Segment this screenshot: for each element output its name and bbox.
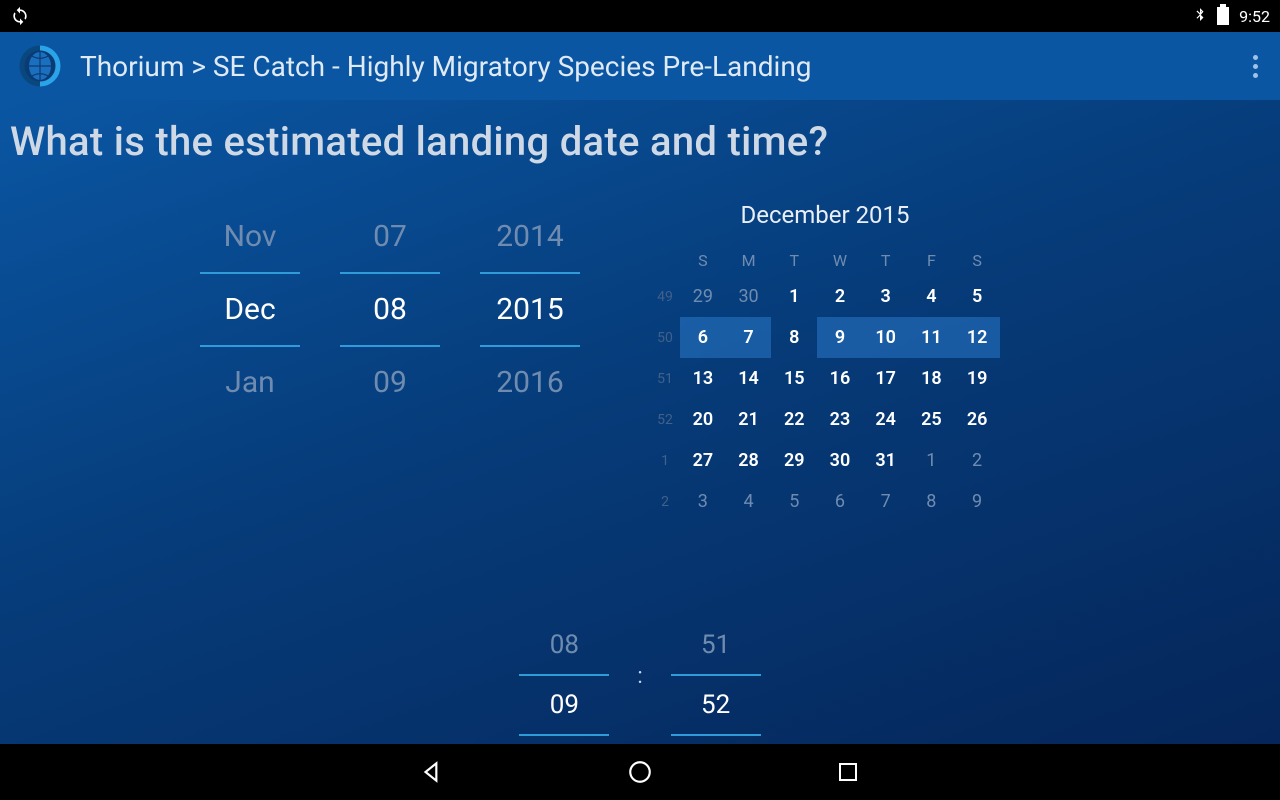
year-next[interactable]: 2016	[480, 347, 580, 418]
month-next[interactable]: Jan	[200, 347, 300, 418]
calendar-day[interactable]: 13	[680, 358, 726, 399]
minute-spinner[interactable]: 51 52	[671, 616, 761, 736]
calendar-day[interactable]: 5	[771, 481, 817, 522]
page-title: What is the estimated landing date and t…	[10, 118, 1270, 165]
calendar-day[interactable]: 29	[771, 440, 817, 481]
calendar-day[interactable]: 3	[680, 481, 726, 522]
day-next[interactable]: 09	[340, 347, 440, 418]
calendar-day[interactable]: 15	[771, 358, 817, 399]
calendar-day[interactable]: 20	[680, 399, 726, 440]
month-spinner[interactable]: Nov Dec Jan	[200, 201, 300, 522]
calendar-week-number: 51	[650, 358, 680, 399]
main-content: What is the estimated landing date and t…	[0, 100, 1280, 744]
action-bar-title: Thorium > SE Catch - Highly Migratory Sp…	[80, 50, 812, 83]
calendar-day[interactable]: 10	[863, 317, 909, 358]
calendar-dow: S	[954, 245, 1000, 276]
calendar-day[interactable]: 1	[909, 440, 955, 481]
app-action-bar: Thorium > SE Catch - Highly Migratory Sp…	[0, 32, 1280, 100]
month-prev[interactable]: Nov	[200, 201, 300, 272]
calendar-week-number: 2	[650, 481, 680, 522]
sync-icon	[10, 6, 30, 26]
app-logo-icon	[14, 40, 66, 92]
hour-prev[interactable]: 08	[519, 616, 609, 674]
year-spinner[interactable]: 2014 2015 2016	[480, 201, 580, 522]
hour-current[interactable]: 09	[519, 674, 609, 736]
year-prev[interactable]: 2014	[480, 201, 580, 272]
calendar[interactable]: December 2015 SMTWTFS 492930123455067891…	[650, 201, 1000, 522]
calendar-day[interactable]: 14	[726, 358, 772, 399]
calendar-day[interactable]: 25	[909, 399, 955, 440]
calendar-day[interactable]: 17	[863, 358, 909, 399]
calendar-dow: S	[680, 245, 726, 276]
status-clock: 9:52	[1239, 7, 1270, 26]
minute-current[interactable]: 52	[671, 674, 761, 736]
bluetooth-icon	[1193, 5, 1207, 27]
calendar-week-number: 49	[650, 276, 680, 317]
hour-spinner[interactable]: 08 09	[519, 616, 609, 736]
calendar-day[interactable]: 31	[863, 440, 909, 481]
calendar-day[interactable]: 18	[909, 358, 955, 399]
battery-icon	[1217, 7, 1229, 25]
calendar-day[interactable]: 26	[954, 399, 1000, 440]
calendar-dow: M	[726, 245, 772, 276]
calendar-grid[interactable]: SMTWTFS 49293012345506789101112511314151…	[650, 245, 1000, 522]
calendar-week-number: 50	[650, 317, 680, 358]
calendar-day[interactable]: 9	[954, 481, 1000, 522]
calendar-day[interactable]: 30	[817, 440, 863, 481]
calendar-day[interactable]: 16	[817, 358, 863, 399]
calendar-day[interactable]: 4	[726, 481, 772, 522]
time-separator: :	[637, 664, 642, 689]
calendar-day[interactable]: 5	[954, 276, 1000, 317]
calendar-day[interactable]: 1	[771, 276, 817, 317]
calendar-day[interactable]: 7	[726, 317, 772, 358]
calendar-day[interactable]: 12	[954, 317, 1000, 358]
month-current[interactable]: Dec	[200, 272, 300, 347]
calendar-day[interactable]: 6	[817, 481, 863, 522]
calendar-day[interactable]: 8	[771, 317, 817, 358]
day-spinner[interactable]: 07 08 09	[340, 201, 440, 522]
calendar-week-number: 1	[650, 440, 680, 481]
android-nav-bar	[0, 744, 1280, 800]
overflow-menu-button[interactable]	[1245, 47, 1266, 86]
calendar-day[interactable]: 28	[726, 440, 772, 481]
calendar-day[interactable]: 9	[817, 317, 863, 358]
day-current[interactable]: 08	[340, 272, 440, 347]
back-button[interactable]	[418, 758, 446, 786]
calendar-day[interactable]: 4	[909, 276, 955, 317]
calendar-day[interactable]: 6	[680, 317, 726, 358]
calendar-day[interactable]: 7	[863, 481, 909, 522]
calendar-title: December 2015	[650, 201, 1000, 229]
calendar-day[interactable]: 2	[954, 440, 1000, 481]
calendar-day[interactable]: 3	[863, 276, 909, 317]
calendar-dow: T	[771, 245, 817, 276]
day-prev[interactable]: 07	[340, 201, 440, 272]
recent-apps-button[interactable]	[834, 758, 862, 786]
calendar-day[interactable]: 8	[909, 481, 955, 522]
calendar-day[interactable]: 22	[771, 399, 817, 440]
calendar-day[interactable]: 2	[817, 276, 863, 317]
calendar-day[interactable]: 24	[863, 399, 909, 440]
calendar-day[interactable]: 11	[909, 317, 955, 358]
calendar-day[interactable]: 27	[680, 440, 726, 481]
calendar-day[interactable]: 30	[726, 276, 772, 317]
calendar-week-number: 52	[650, 399, 680, 440]
calendar-day[interactable]: 23	[817, 399, 863, 440]
calendar-dow: T	[863, 245, 909, 276]
android-status-bar: 9:52	[0, 0, 1280, 32]
time-spinner[interactable]: 08 09 : 51 52	[0, 616, 1280, 744]
calendar-day[interactable]: 21	[726, 399, 772, 440]
year-current[interactable]: 2015	[480, 272, 580, 347]
calendar-dow: W	[817, 245, 863, 276]
date-spinner[interactable]: Nov Dec Jan 07 08 09 2014 2015 2016	[200, 201, 630, 522]
calendar-dow: F	[909, 245, 955, 276]
home-button[interactable]	[626, 758, 654, 786]
calendar-day[interactable]: 19	[954, 358, 1000, 399]
calendar-day[interactable]: 29	[680, 276, 726, 317]
minute-prev[interactable]: 51	[671, 616, 761, 674]
